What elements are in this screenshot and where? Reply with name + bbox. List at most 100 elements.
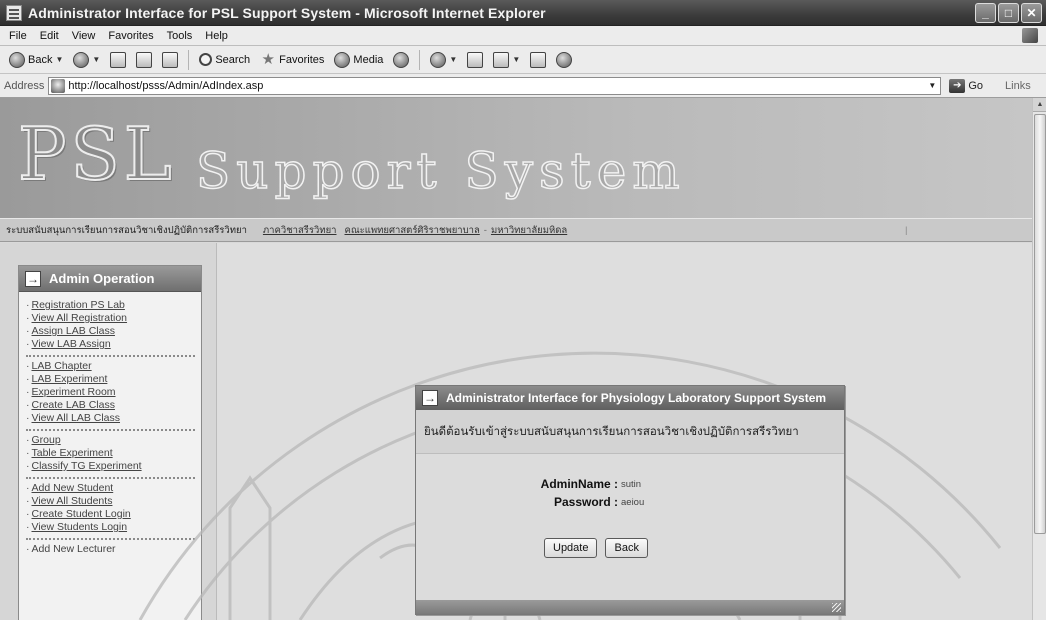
address-dropdown-icon[interactable]: ▼ — [926, 80, 938, 92]
go-label: Go — [968, 79, 984, 92]
menu-link-label[interactable]: LAB Chapter — [32, 360, 92, 372]
edit-button[interactable]: ▼ — [490, 51, 523, 68]
menu-link[interactable]: · Experiment Room — [26, 386, 195, 399]
print-icon — [467, 51, 484, 68]
print-button[interactable] — [464, 51, 486, 68]
menu-link[interactable]: · Classify TG Experiment — [26, 460, 195, 473]
menu-link-label[interactable]: Create LAB Class — [32, 399, 115, 411]
menu-link[interactable]: · Group — [26, 434, 195, 447]
menu-link[interactable]: · Registration PS Lab — [26, 299, 195, 312]
mail-button[interactable]: ▼ — [427, 51, 460, 68]
admin-menu-groups: · Registration PS Lab · View All Registrat… — [19, 292, 201, 560]
close-button[interactable]: ✕ — [1021, 3, 1042, 23]
password-label: Password : — [553, 495, 618, 509]
refresh-button[interactable] — [133, 51, 155, 68]
menu-help[interactable]: Help — [200, 30, 236, 42]
home-button[interactable] — [159, 51, 181, 68]
address-bar: Address http://localhost/psss/Admin/AdIn… — [0, 74, 1046, 98]
menu-link-label[interactable]: View Students Login — [32, 521, 128, 533]
media-icon — [334, 51, 351, 68]
psl-logo: PSL — [17, 112, 176, 196]
back-button-dialog[interactable]: Back — [605, 538, 648, 558]
forward-dropdown-icon[interactable]: ▼ — [92, 55, 100, 64]
address-input[interactable]: http://localhost/psss/Admin/AdIndex.asp … — [48, 76, 942, 95]
menu-link[interactable]: · Assign LAB Class — [26, 325, 195, 338]
menu-link[interactable]: · View Students Login — [26, 521, 195, 534]
dept-link[interactable]: ภาควิชาสรีรวิทยา — [263, 223, 337, 238]
menu-link[interactable]: · View LAB Assign — [26, 338, 195, 351]
vertical-scrollbar[interactable]: ▲ — [1032, 98, 1046, 620]
menu-link[interactable]: · LAB Chapter — [26, 360, 195, 373]
window-controls: _ □ ✕ — [975, 3, 1042, 23]
resize-grip-icon[interactable] — [832, 603, 841, 612]
menu-link[interactable]: · Add New Student — [26, 482, 195, 495]
address-url[interactable]: http://localhost/psss/Admin/AdIndex.asp — [68, 80, 263, 92]
menu-link-label[interactable]: Add New Student — [32, 482, 114, 494]
messenger-button[interactable] — [553, 51, 575, 68]
stop-button[interactable] — [107, 51, 129, 68]
menu-link[interactable]: · View All Students — [26, 495, 195, 508]
dialog-title: Administrator Interface for Physiology L… — [446, 391, 827, 405]
back-dropdown-icon[interactable]: ▼ — [55, 55, 63, 64]
menu-link-label[interactable]: Experiment Room — [32, 386, 116, 398]
menu-link[interactable]: · Table Experiment — [26, 447, 195, 460]
minimize-button[interactable]: _ — [975, 3, 996, 23]
history-button[interactable] — [390, 51, 412, 68]
scroll-up-icon[interactable]: ▲ — [1033, 98, 1046, 112]
back-label: Back — [28, 53, 53, 66]
scroll-thumb[interactable] — [1034, 114, 1046, 534]
refresh-icon — [136, 51, 153, 68]
admin-name-label: AdminName : — [540, 477, 618, 491]
menu-link-label[interactable]: View All LAB Class — [32, 412, 121, 424]
menu-bar: File Edit View Favorites Tools Help — [0, 26, 1046, 46]
menu-link-label[interactable]: View All Registration — [32, 312, 128, 324]
menu-link[interactable]: · Create LAB Class — [26, 399, 195, 412]
links-button[interactable]: Links — [1005, 80, 1031, 92]
back-button[interactable]: Back ▼ — [6, 51, 66, 68]
nav-strip: ระบบสนับสนุนการเรียนการสอนวิชาเชิงปฏิบัต… — [0, 218, 1032, 242]
university-link[interactable]: มหาวิทยาลัยมหิดล — [491, 223, 567, 238]
menu-link[interactable]: · View All Registration — [26, 312, 195, 325]
update-button[interactable]: Update — [544, 538, 598, 558]
mail-icon — [430, 51, 447, 68]
discuss-button[interactable] — [527, 51, 549, 68]
window-titlebar: Administrator Interface for PSL Support … — [0, 0, 1046, 26]
address-label: Address — [4, 79, 45, 92]
menu-tools[interactable]: Tools — [162, 30, 201, 42]
favorites-button[interactable]: ★ Favorites — [257, 51, 327, 68]
menu-link[interactable]: · Create Student Login — [26, 508, 195, 521]
menu-link[interactable]: · LAB Experiment — [26, 373, 195, 386]
search-button[interactable]: Search — [196, 53, 253, 66]
menu-file[interactable]: File — [4, 30, 35, 42]
maximize-button[interactable]: □ — [998, 3, 1019, 23]
menu-link-label[interactable]: Table Experiment — [32, 447, 113, 459]
faculty-link[interactable]: คณะแพทยศาสตร์ศิริราชพยาบาล — [345, 223, 480, 238]
menu-link-label[interactable]: View LAB Assign — [32, 338, 111, 350]
menu-link-label[interactable]: LAB Experiment — [32, 373, 108, 385]
stop-icon — [110, 51, 127, 68]
menu-link-label[interactable]: Group — [32, 434, 61, 446]
menu-link-label[interactable]: Create Student Login — [32, 508, 131, 520]
media-button[interactable]: Media — [331, 51, 386, 68]
page-icon — [51, 78, 66, 93]
favorites-label: Favorites — [279, 53, 325, 66]
left-column: → Admin Operation · Registration PS Lab ·… — [0, 243, 217, 620]
menu-link-label[interactable]: View All Students — [32, 495, 113, 507]
menu-link-label[interactable]: Classify TG Experiment — [32, 460, 142, 472]
menu-link[interactable]: · Add New Lecturer — [26, 543, 195, 556]
go-button[interactable]: ➔ Go — [949, 78, 984, 93]
forward-button[interactable]: ▼ — [70, 51, 103, 68]
menu-favorites[interactable]: Favorites — [103, 30, 161, 42]
menu-edit[interactable]: Edit — [35, 30, 67, 42]
menu-link-label[interactable]: Assign LAB Class — [32, 325, 115, 337]
standard-toolbar: Back ▼ ▼ Search ★ Favorites Media ▼ ▼ — [0, 46, 1046, 74]
windows-flag-icon — [1022, 28, 1038, 43]
menu-link-label[interactable]: Registration PS Lab — [32, 299, 125, 311]
menu-view[interactable]: View — [67, 30, 104, 42]
menu-link[interactable]: · View All LAB Class — [26, 412, 195, 425]
menu-link-label[interactable]: Add New Lecturer — [32, 543, 116, 555]
arrow-right-icon: → — [422, 390, 438, 406]
mail-dropdown-icon[interactable]: ▼ — [449, 55, 457, 64]
nav-end-divider: | — [905, 224, 908, 236]
edit-dropdown-icon[interactable]: ▼ — [512, 55, 520, 64]
